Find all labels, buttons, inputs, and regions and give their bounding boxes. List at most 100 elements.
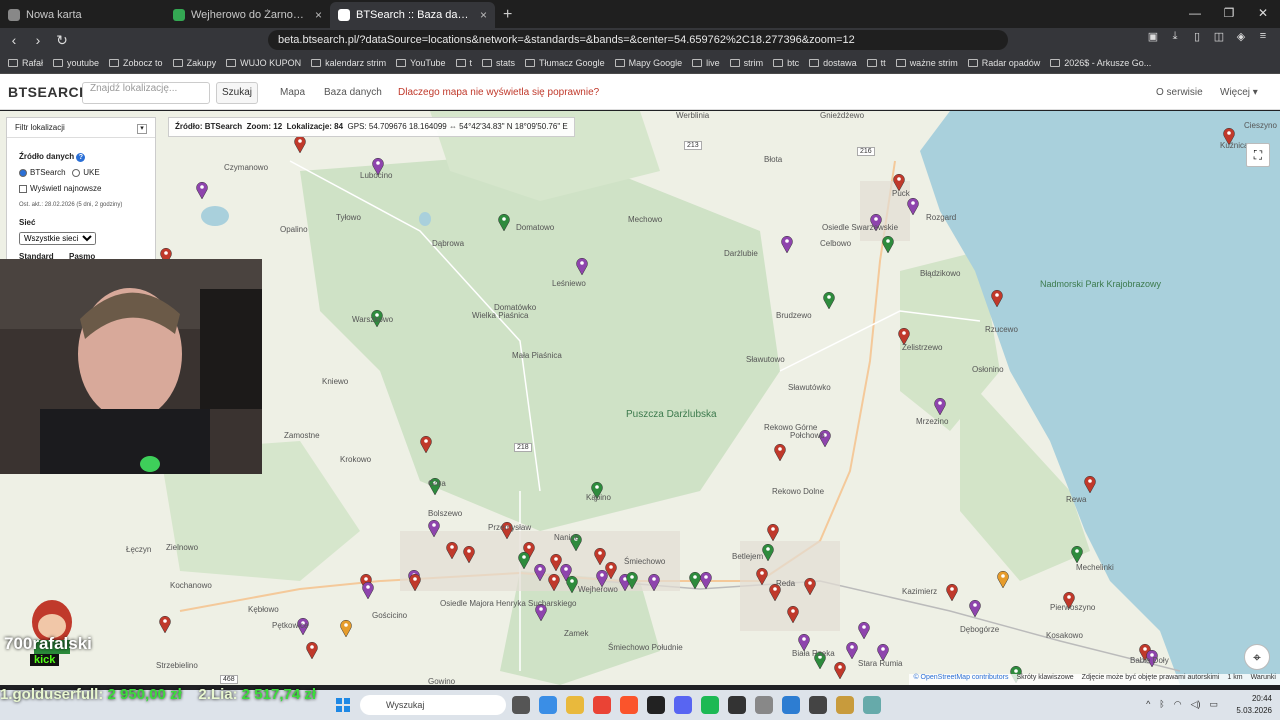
close-icon[interactable]: ×: [315, 8, 322, 22]
bts-marker[interactable]: [997, 570, 1009, 589]
spotify-icon[interactable]: [701, 696, 719, 714]
bookmark-item[interactable]: dostawa: [809, 58, 857, 68]
tab-new[interactable]: Nowa karta: [0, 2, 165, 28]
battery-icon[interactable]: ▭: [1209, 699, 1218, 710]
bts-marker[interactable]: [804, 577, 816, 596]
forward-icon[interactable]: ›: [28, 32, 48, 48]
nav-about[interactable]: O serwisie: [1156, 87, 1203, 98]
bts-marker[interactable]: [934, 397, 946, 416]
bts-marker[interactable]: [1084, 475, 1096, 494]
nav-map[interactable]: Mapa: [280, 87, 305, 98]
restore-icon[interactable]: ❐: [1212, 0, 1246, 26]
bookmark-item[interactable]: live: [692, 58, 720, 68]
menu-icon[interactable]: ≡: [1256, 30, 1270, 44]
bts-marker[interactable]: [882, 235, 894, 254]
bts-marker[interactable]: [594, 547, 606, 566]
bts-marker[interactable]: [774, 443, 786, 462]
bookmark-item[interactable]: ważne strim: [895, 58, 958, 68]
bts-marker[interactable]: [648, 573, 660, 592]
app-icon[interactable]: [863, 696, 881, 714]
osm-attribution[interactable]: © OpenStreetMap contributors: [913, 674, 1008, 685]
bts-marker[interactable]: [548, 573, 560, 592]
bts-marker[interactable]: [566, 575, 578, 594]
bookmark-item[interactable]: YouTube: [396, 58, 446, 68]
task-view-icon[interactable]: [512, 696, 530, 714]
bookmark-item[interactable]: kalendarz strim: [311, 58, 386, 68]
edge-icon[interactable]: [539, 696, 557, 714]
bookmark-item[interactable]: stats: [482, 58, 515, 68]
discord-icon[interactable]: [674, 696, 692, 714]
app-icon[interactable]: [836, 696, 854, 714]
bts-marker[interactable]: [907, 197, 919, 216]
bts-marker[interactable]: [340, 619, 352, 638]
bts-marker[interactable]: [446, 541, 458, 560]
bts-marker[interactable]: [294, 135, 306, 154]
bts-marker[interactable]: [626, 571, 638, 590]
bts-marker[interactable]: [969, 599, 981, 618]
app-icon[interactable]: [809, 696, 827, 714]
minimize-icon[interactable]: —: [1178, 0, 1212, 26]
show-newest-checkbox[interactable]: [19, 184, 27, 193]
bts-marker[interactable]: [700, 571, 712, 590]
bts-marker[interactable]: [550, 553, 562, 572]
chevron-down-icon[interactable]: ▾: [137, 124, 147, 134]
bookmark-item[interactable]: tt: [866, 58, 886, 68]
bts-marker[interactable]: [576, 257, 588, 276]
bts-marker[interactable]: [1071, 545, 1083, 564]
location-search-input[interactable]: Znajdź lokalizację...: [82, 82, 210, 104]
bookmark-item[interactable]: 2026$ - Arkusze Go...: [1050, 58, 1151, 68]
chrome-icon[interactable]: [593, 696, 611, 714]
bts-marker[interactable]: [834, 661, 846, 680]
sidebar-icon[interactable]: ▯: [1190, 30, 1204, 44]
tab-btsearch[interactable]: BTSearch :: Baza danych oraz mapa ×: [330, 2, 495, 28]
fullscreen-button[interactable]: ⛶: [1246, 143, 1270, 167]
locate-button[interactable]: ⌖: [1244, 644, 1270, 670]
site-logo[interactable]: BTSEARCH: [8, 84, 90, 100]
bts-marker[interactable]: [159, 615, 171, 634]
radio-uke[interactable]: [72, 168, 81, 177]
bts-marker[interactable]: [463, 545, 475, 564]
terms-link[interactable]: Warunki: [1251, 674, 1276, 685]
bookmark-item[interactable]: Rafał: [8, 58, 43, 68]
bts-marker[interactable]: [306, 641, 318, 660]
wallet-icon[interactable]: ◫: [1212, 30, 1226, 44]
vscode-icon[interactable]: [782, 696, 800, 714]
bluetooth-icon[interactable]: ᛒ: [1159, 699, 1164, 710]
steam-icon[interactable]: [647, 696, 665, 714]
chevron-up-icon[interactable]: ^: [1146, 699, 1150, 710]
obs-icon[interactable]: [728, 696, 746, 714]
bts-marker[interactable]: [409, 573, 421, 592]
bookmark-item[interactable]: Mapy Google: [614, 58, 682, 68]
bts-marker[interactable]: [946, 583, 958, 602]
address-bar[interactable]: beta.btsearch.pl/?dataSource=locations&n…: [268, 30, 1008, 50]
bts-marker[interactable]: [420, 435, 432, 454]
close-icon[interactable]: ×: [480, 8, 487, 22]
volume-icon[interactable]: ◁): [1191, 699, 1201, 710]
bookmark-item[interactable]: Radar opadów: [967, 58, 1040, 68]
radio-btsearch[interactable]: [19, 168, 27, 177]
reload-icon[interactable]: ↻: [52, 32, 72, 49]
brave-icon[interactable]: [620, 696, 638, 714]
bts-marker[interactable]: [362, 581, 374, 600]
nav-why-map[interactable]: Dlaczego mapa nie wyświetla się poprawni…: [398, 87, 599, 98]
network-icon[interactable]: ◠: [1174, 699, 1182, 710]
explorer-icon[interactable]: [566, 696, 584, 714]
vpn-icon[interactable]: ◈: [1234, 30, 1248, 44]
tab-maps[interactable]: Wejherowo do Żarnowiec – Mapy Go ×: [165, 2, 330, 28]
calculator-icon[interactable]: [755, 696, 773, 714]
bookmark-item[interactable]: t: [455, 58, 472, 68]
bts-marker[interactable]: [498, 213, 510, 232]
bts-marker[interactable]: [787, 605, 799, 624]
bookmark-item[interactable]: youtube: [53, 58, 99, 68]
bts-marker[interactable]: [756, 567, 768, 586]
nav-more[interactable]: Więcej ▾: [1220, 87, 1258, 98]
taskbar-clock[interactable]: 20:44 5.03.2026: [1236, 693, 1272, 717]
bts-marker[interactable]: [196, 181, 208, 200]
bookmark-item[interactable]: Tłumacz Google: [525, 58, 605, 68]
back-icon[interactable]: ‹: [4, 32, 24, 48]
bts-marker[interactable]: [767, 523, 779, 542]
bts-marker[interactable]: [428, 519, 440, 538]
bts-marker[interactable]: [781, 235, 793, 254]
bts-marker[interactable]: [689, 571, 701, 590]
download-icon[interactable]: ⤓: [1168, 30, 1182, 44]
